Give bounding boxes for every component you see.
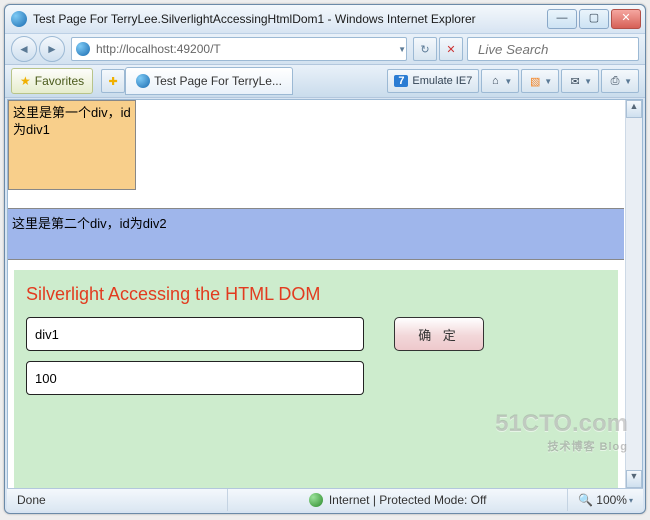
home-button[interactable]: ⌂▼ bbox=[481, 69, 519, 93]
div1-box: 这里是第一个div，id为div1 bbox=[8, 100, 136, 190]
address-input[interactable] bbox=[94, 41, 396, 57]
div2-box: 这里是第二个div，id为div2 bbox=[8, 208, 624, 260]
chevron-down-icon: ▼ bbox=[544, 77, 552, 86]
confirm-button[interactable]: 确 定 bbox=[394, 317, 484, 351]
maximize-button[interactable]: ▢ bbox=[579, 9, 609, 29]
silverlight-panel: Silverlight Accessing the HTML DOM 确 定 bbox=[14, 270, 618, 489]
mail-button[interactable]: ✉▼ bbox=[561, 69, 599, 93]
zoom-icon: 🔍 bbox=[578, 493, 592, 507]
emulate-label: Emulate IE7 bbox=[412, 75, 472, 87]
page-icon bbox=[76, 42, 90, 56]
favorites-label: Favorites bbox=[35, 74, 84, 88]
back-button[interactable]: ◄ bbox=[11, 36, 37, 62]
chevron-down-icon: ▼ bbox=[504, 77, 512, 86]
tab-label: Test Page For TerryLe... bbox=[154, 74, 282, 88]
ie-icon bbox=[11, 11, 27, 27]
zoom-control[interactable]: 🔍 100% ▾ bbox=[568, 493, 643, 507]
emulate-button[interactable]: 7 Emulate IE7 bbox=[387, 69, 479, 93]
forward-button[interactable]: ► bbox=[39, 36, 65, 62]
address-bar[interactable]: ▼ bbox=[71, 37, 407, 61]
tabs-bar: ★ Favorites ✚ Test Page For TerryLe... 7… bbox=[5, 65, 645, 98]
rss-icon: ▧ bbox=[528, 75, 542, 88]
watermark: 51CTO.com 技术博客 Blog bbox=[495, 410, 628, 454]
titlebar: Test Page For TerryLee.SilverlightAccess… bbox=[5, 5, 645, 34]
print-icon: ⎙ bbox=[608, 75, 622, 88]
feeds-button[interactable]: ▧▼ bbox=[521, 69, 559, 93]
star-icon: ★ bbox=[20, 74, 31, 88]
stop-button[interactable]: ✕ bbox=[439, 37, 463, 61]
value-input[interactable] bbox=[26, 361, 364, 395]
chevron-down-icon: ▾ bbox=[629, 496, 633, 505]
nav-bar: ◄ ► ▼ ↻ ✕ ▼ bbox=[5, 34, 645, 65]
add-favorite-button[interactable]: ✚ bbox=[101, 69, 125, 93]
search-input[interactable] bbox=[476, 41, 650, 58]
mail-icon: ✉ bbox=[568, 75, 582, 88]
div2-text: 这里是第二个div，id为div2 bbox=[12, 216, 167, 231]
print-button[interactable]: ⎙▼ bbox=[601, 69, 639, 93]
scroll-down-button[interactable]: ▼ bbox=[626, 470, 642, 488]
minimize-button[interactable]: — bbox=[547, 9, 577, 29]
status-text: Done bbox=[17, 493, 46, 507]
tab-icon bbox=[136, 74, 150, 88]
watermark-main: 51CTO.com bbox=[495, 410, 628, 437]
zoom-level: 100% bbox=[596, 493, 627, 507]
page-viewport: ▲ ▼ 这里是第一个div，id为div1 这里是第二个div，id为div2 … bbox=[7, 99, 643, 489]
window-title: Test Page For TerryLee.SilverlightAccess… bbox=[33, 12, 545, 26]
active-tab[interactable]: Test Page For TerryLe... bbox=[125, 67, 293, 95]
address-dropdown-icon[interactable]: ▼ bbox=[398, 45, 406, 54]
watermark-sub: 技术博客 Blog bbox=[495, 438, 628, 454]
div1-text: 这里是第一个div，id为div1 bbox=[13, 105, 131, 137]
refresh-button[interactable]: ↻ bbox=[413, 37, 437, 61]
search-bar[interactable]: ▼ bbox=[467, 37, 639, 61]
browser-window: Test Page For TerryLee.SilverlightAccess… bbox=[4, 4, 646, 514]
chevron-down-icon: ▼ bbox=[624, 77, 632, 86]
status-bar: Done Internet | Protected Mode: Off 🔍 10… bbox=[7, 488, 643, 511]
close-button[interactable]: ✕ bbox=[611, 9, 641, 29]
command-bar: 7 Emulate IE7 ⌂▼ ▧▼ ✉▼ ⎙▼ bbox=[385, 69, 639, 93]
chevron-down-icon: ▼ bbox=[584, 77, 592, 86]
globe-icon bbox=[309, 493, 323, 507]
security-zone: Internet | Protected Mode: Off bbox=[329, 493, 487, 507]
favorites-button[interactable]: ★ Favorites bbox=[11, 68, 93, 94]
silverlight-title: Silverlight Accessing the HTML DOM bbox=[26, 284, 606, 305]
scroll-up-button[interactable]: ▲ bbox=[626, 100, 642, 118]
target-id-input[interactable] bbox=[26, 317, 364, 351]
home-icon: ⌂ bbox=[488, 75, 502, 87]
